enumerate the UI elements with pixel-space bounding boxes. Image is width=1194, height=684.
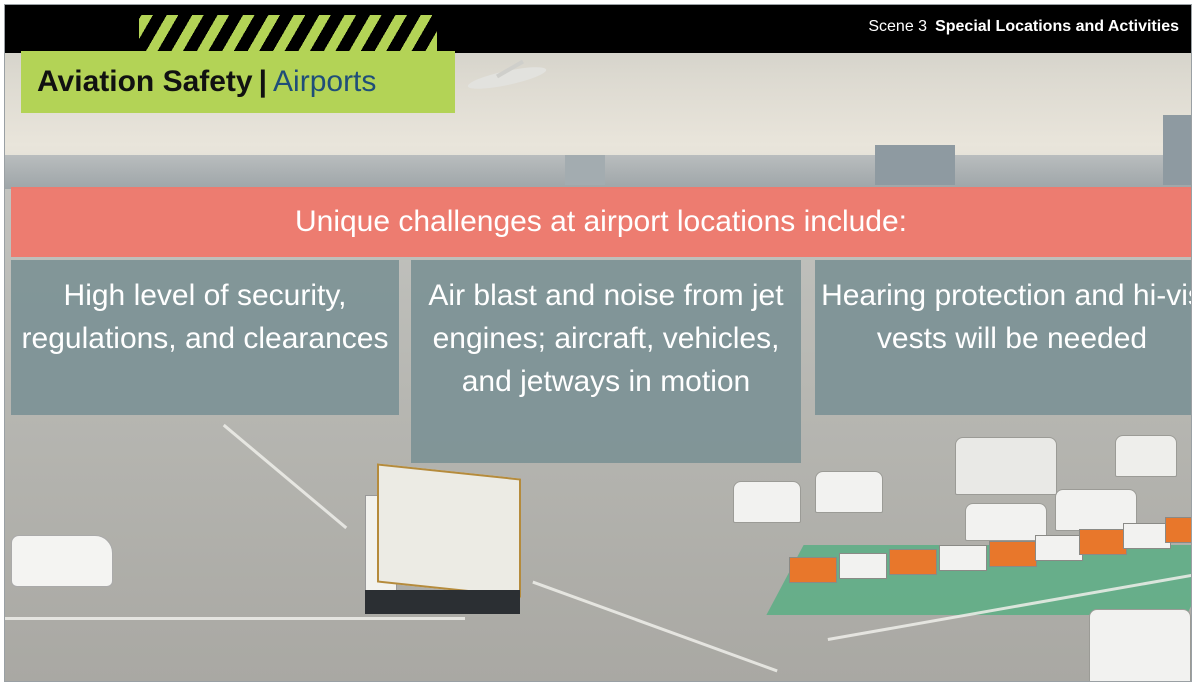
banner-text: Unique challenges at airport locations i… [294, 205, 908, 238]
truck-image [377, 463, 521, 598]
challenge-card-security: High level of security, regulations, and… [11, 260, 399, 415]
barrier-image [1165, 517, 1191, 543]
slide-frame: Scene 3 Special Locations and Activities … [4, 4, 1192, 682]
page-title: Aviation Safety | Airports [21, 51, 455, 113]
title-main: Aviation Safety [37, 65, 253, 98]
service-truck-image [955, 437, 1057, 495]
baggage-cart-image [733, 481, 801, 523]
title-sub: Airports [273, 65, 377, 98]
baggage-cart-image [815, 471, 883, 513]
card-text: High level of security, regulations, and… [21, 279, 389, 355]
baggage-cart-image [1089, 609, 1191, 681]
title-separator: | [258, 65, 268, 98]
hazard-stripes-icon [139, 15, 437, 51]
truck-base-image [365, 590, 520, 614]
van-image [11, 535, 113, 587]
service-vehicle-image [1115, 435, 1177, 477]
background-building [1163, 115, 1191, 185]
barrier-image [939, 545, 987, 571]
background-building [565, 155, 605, 185]
barrier-image [1079, 529, 1127, 555]
barrier-image [989, 541, 1037, 567]
card-text: Air blast and noise from jet engines; ai… [428, 279, 784, 398]
background-building [875, 145, 955, 185]
barrier-image [1123, 523, 1171, 549]
challenge-card-protection: Hearing protection and hi-vis vests will… [815, 260, 1192, 415]
barrier-image [789, 557, 837, 583]
scene-title: Special Locations and Activities [935, 18, 1179, 35]
barrier-image [889, 549, 937, 575]
tarmac-marking [5, 617, 465, 620]
scene-number: Scene 3 [868, 18, 928, 35]
scene-label: Scene 3 Special Locations and Activities [868, 18, 1179, 36]
barrier-image [1035, 535, 1083, 561]
top-bar: Scene 3 Special Locations and Activities [5, 5, 1191, 53]
card-text: Hearing protection and hi-vis vests will… [821, 279, 1192, 355]
barrier-image [839, 553, 887, 579]
challenges-banner: Unique challenges at airport locations i… [11, 187, 1191, 257]
challenge-card-air-blast: Air blast and noise from jet engines; ai… [411, 260, 801, 463]
